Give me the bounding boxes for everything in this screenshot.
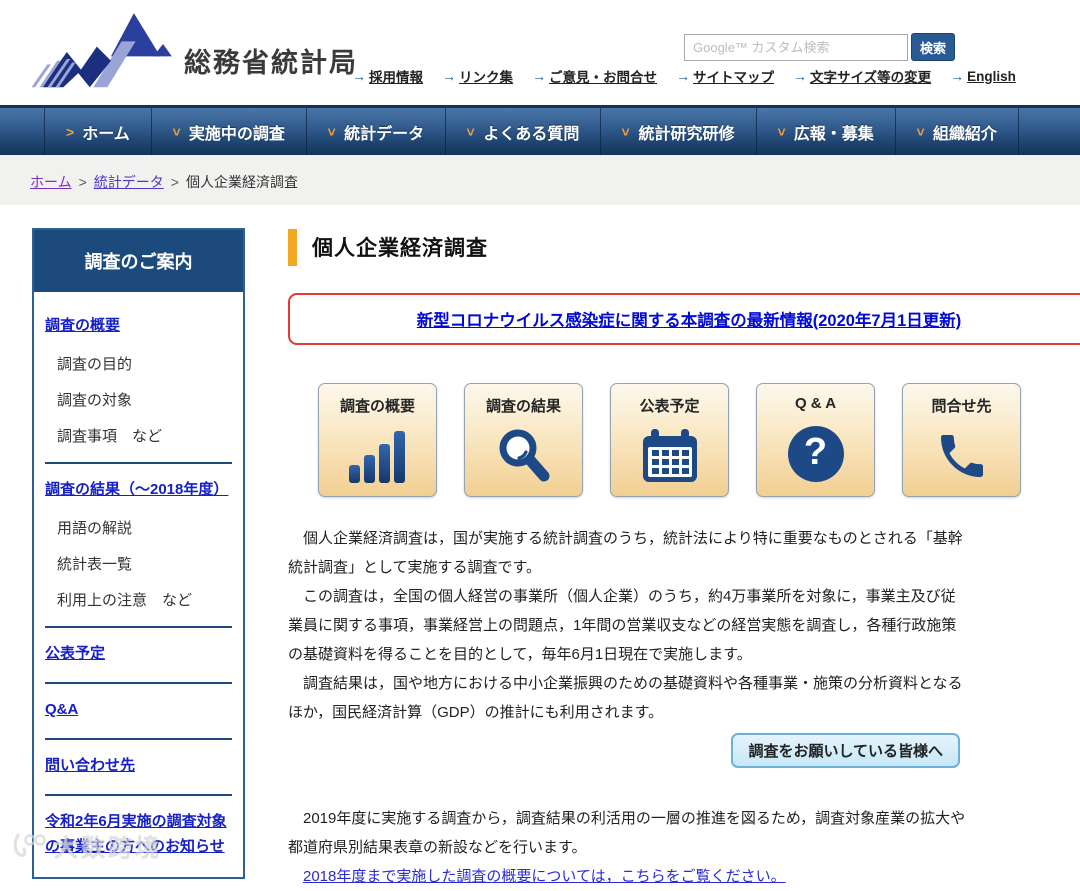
covid-info-link[interactable]: 新型コロナウイルス感染症に関する本調査の最新情報(2020年7月1日更新) xyxy=(417,307,962,331)
utility-link-fontsize[interactable]: →文字サイズ等の変更 xyxy=(793,66,931,86)
breadcrumb-home-link[interactable]: ホーム xyxy=(30,172,72,192)
nav-item-statistics-data[interactable]: >統計データ xyxy=(306,108,445,155)
question-icon: ? xyxy=(757,412,874,496)
sidebar-title: 調査のご案内 xyxy=(34,230,243,292)
utility-link-english[interactable]: →English xyxy=(950,68,1016,84)
sidebar-link-survey-results[interactable]: 調査の結果（～2018年度） xyxy=(45,477,232,502)
stats-bureau-logo-icon xyxy=(28,6,178,90)
phone-icon xyxy=(903,416,1020,496)
quick-buttons-row: 調査の概要 調査の結果 xyxy=(318,383,1080,497)
chevron-down-icon: > xyxy=(618,127,634,135)
sidebar-item-survey-matters: 調査事項 など xyxy=(57,425,232,446)
breadcrumb: ホーム > 統計データ > 個人企業経済調査 xyxy=(30,172,298,192)
sidebar-link-qa[interactable]: Q&A xyxy=(45,697,232,722)
arrow-right-icon: → xyxy=(442,68,456,84)
nav-item-home[interactable]: >ホーム xyxy=(44,108,151,155)
intro-paragraph-1: 個人企業経済調査は，国が実施する統計調査のうち，統計法により特に重要なものとされ… xyxy=(288,524,970,582)
breadcrumb-bar: ホーム > 統計データ > 個人企業経済調査 xyxy=(0,155,1080,205)
chevron-down-icon: > xyxy=(913,127,929,135)
chevron-right-icon: > xyxy=(66,124,74,140)
calendar-icon xyxy=(611,416,728,496)
bar-chart-icon xyxy=(319,416,436,496)
page-title-row: 個人企業経済調査 xyxy=(288,228,1080,266)
survey-respondents-button[interactable]: 調査をお願いしている皆様へ xyxy=(731,733,960,768)
utility-link-links[interactable]: →リンク集 xyxy=(442,66,513,86)
arrow-right-icon: → xyxy=(676,68,690,84)
sidebar-link-survey-overview[interactable]: 調査の概要 xyxy=(45,313,232,338)
chevron-down-icon: > xyxy=(463,127,479,135)
sidebar-divider xyxy=(45,462,232,464)
sidebar-item-survey-purpose: 調査の目的 xyxy=(57,353,232,374)
utility-link-recruit[interactable]: →採用情報 xyxy=(352,66,423,86)
breadcrumb-current: 個人企業経済調査 xyxy=(186,172,298,192)
watermark-text: 大数跨境 xyxy=(54,828,162,863)
utility-link-sitemap[interactable]: →サイトマップ xyxy=(676,66,774,86)
sidebar-body: 調査の概要 調査の目的 調査の対象 調査事項 など 調査の結果（～2018年度）… xyxy=(34,292,243,877)
arrow-right-icon: → xyxy=(352,68,366,84)
sidebar-item-usage-notes: 利用上の注意 など xyxy=(57,589,232,610)
breadcrumb-statistics-link[interactable]: 統計データ xyxy=(94,172,164,192)
utility-link-contact[interactable]: →ご意見・お問合せ xyxy=(532,66,657,86)
nav-item-current-surveys[interactable]: >実施中の調査 xyxy=(151,108,306,155)
sidebar-link-contact[interactable]: 問い合わせ先 xyxy=(45,753,232,778)
update-paragraph: 2019年度に実施する調査から，調査結果の利活用の一層の推進を図るため，調査対象… xyxy=(288,804,970,862)
sidebar-survey-guide: 調査のご案内 調査の概要 調査の目的 調査の対象 調査事項 など 調査の結果（～… xyxy=(32,228,245,879)
sidebar-item-survey-target: 調査の対象 xyxy=(57,389,232,410)
sidebar-divider xyxy=(45,626,232,628)
page-title: 個人企業経済調査 xyxy=(312,232,488,262)
sidebar-link-release-schedule[interactable]: 公表予定 xyxy=(45,641,232,666)
quick-button-survey-results[interactable]: 調査の結果 xyxy=(464,383,583,497)
quick-button-contact[interactable]: 問合せ先 xyxy=(902,383,1021,497)
search-input[interactable] xyxy=(684,34,908,61)
chevron-down-icon: > xyxy=(169,127,185,135)
intro-paragraph-2: この調査は，全国の個人経営の事業所（個人企業）のうち，約4万事業所を対象に，事業… xyxy=(288,582,970,669)
site-header: 総務省統計局 検索 →採用情報 →リンク集 →ご意見・お問合せ →サイトマップ … xyxy=(0,0,1080,105)
sidebar-divider xyxy=(45,682,232,684)
watermark-logo-icon xyxy=(12,831,46,861)
nav-item-faq[interactable]: >よくある質問 xyxy=(445,108,600,155)
sidebar-item-table-list: 統計表一覧 xyxy=(57,553,232,574)
utility-links: →採用情報 →リンク集 →ご意見・お問合せ →サイトマップ →文字サイズ等の変更… xyxy=(352,66,1016,86)
chevron-down-icon: > xyxy=(324,127,340,135)
title-accent-bar xyxy=(288,229,297,266)
sidebar-divider xyxy=(45,738,232,740)
main-content: 個人企業経済調査 新型コロナウイルス感染症に関する本調査の最新情報(2020年7… xyxy=(288,228,1080,891)
covid-alert-banner: 新型コロナウイルス感染症に関する本調査の最新情報(2020年7月1日更新) xyxy=(288,293,1080,345)
quick-button-release-schedule[interactable]: 公表予定 xyxy=(610,383,729,497)
update-section: 2019年度に実施する調査から，調査結果の利活用の一層の推進を図るため，調査対象… xyxy=(288,804,970,891)
quick-button-qa[interactable]: Q & A ? xyxy=(756,383,875,497)
site-search: 検索 xyxy=(684,33,955,61)
watermark: 大数跨境 xyxy=(12,828,162,863)
chevron-down-icon: > xyxy=(774,127,790,135)
site-logo[interactable]: 総務省統計局 xyxy=(28,6,358,90)
search-button[interactable]: 検索 xyxy=(911,33,955,61)
nav-item-research-training[interactable]: >統計研究研修 xyxy=(600,108,755,155)
arrow-right-icon: → xyxy=(532,68,546,84)
cta-row: 調査をお願いしている皆様へ xyxy=(288,733,960,768)
past-survey-overview-link[interactable]: 2018年度まで実施した調査の概要については，こちらをご覧ください。 xyxy=(303,862,786,891)
global-nav: >ホーム >実施中の調査 >統計データ >よくある質問 >統計研究研修 >広報・… xyxy=(0,105,1080,155)
sidebar-item-glossary: 用語の解説 xyxy=(57,517,232,538)
arrow-right-icon: → xyxy=(793,68,807,84)
intro-paragraph-3: 調査結果は，国や地方における中小企業振興のための基礎資料や各種事業・施策の分析資… xyxy=(288,669,970,727)
site-title: 総務省統計局 xyxy=(184,41,358,80)
breadcrumb-separator: > xyxy=(171,174,179,190)
sidebar-divider xyxy=(45,794,232,796)
breadcrumb-separator: > xyxy=(79,174,87,190)
nav-item-organization[interactable]: >組織紹介 xyxy=(895,108,1019,155)
intro-text: 個人企業経済調査は，国が実施する統計調査のうち，統計法により特に重要なものとされ… xyxy=(288,524,970,727)
arrow-right-icon: → xyxy=(950,68,964,84)
nav-list: >ホーム >実施中の調査 >統計データ >よくある質問 >統計研究研修 >広報・… xyxy=(44,108,1080,155)
magnifier-icon xyxy=(465,416,582,496)
quick-button-survey-overview[interactable]: 調査の概要 xyxy=(318,383,437,497)
nav-item-pr-recruit[interactable]: >広報・募集 xyxy=(756,108,895,155)
